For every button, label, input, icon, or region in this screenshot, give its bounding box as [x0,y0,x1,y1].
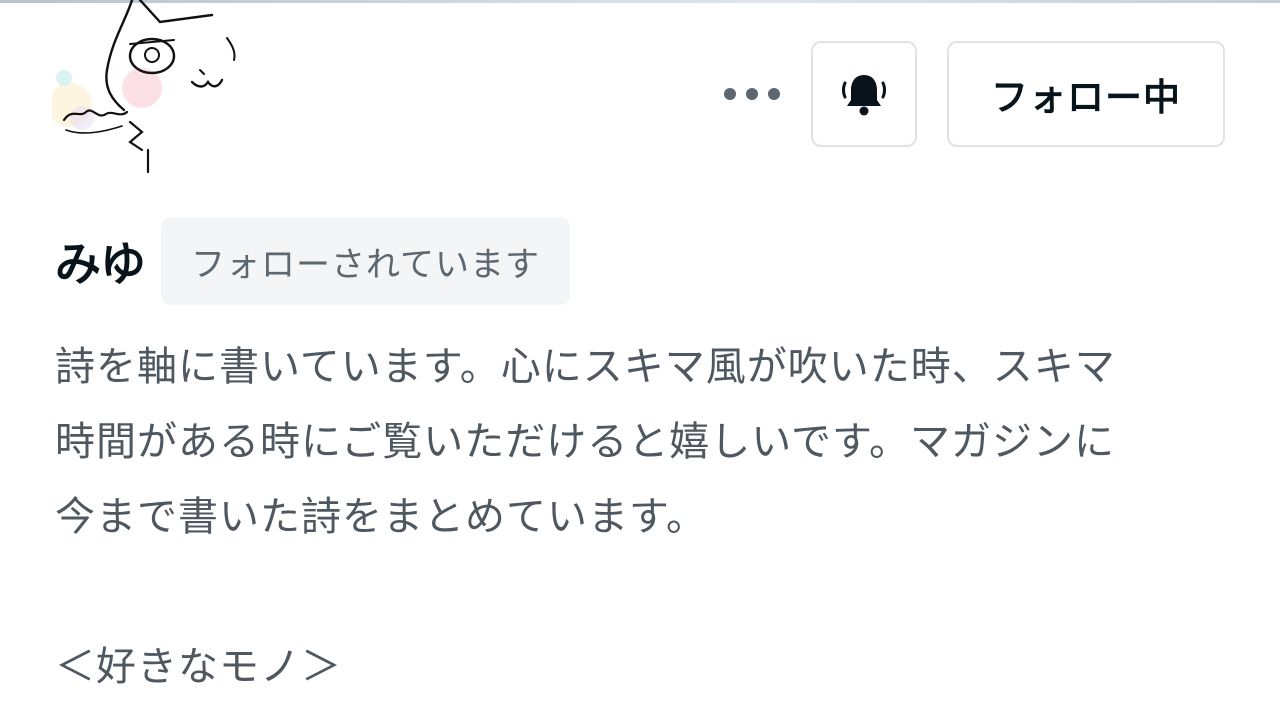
follows-you-badge: フォローされています [161,217,570,305]
bio-line: 時間がある時にご覧いただけると嬉しいです。マガジンに [55,419,1115,465]
cat-drawing-avatar-icon [52,0,236,174]
avatar[interactable] [52,0,252,178]
more-options-button[interactable] [715,64,789,124]
profile-actions: フォロー中 [715,40,1225,148]
profile-bio: 詩を軸に書いています。心にスキマ風が吹いた時、スキマ 時間がある時にご覧いただけ… [55,330,1235,705]
bell-ringing-icon [842,75,886,116]
bio-blank-line [55,555,1235,630]
bio-line: 今まで書いた詩をまとめています。 [55,494,707,540]
more-dots-icon [724,88,780,100]
notification-bell-button[interactable] [811,41,917,147]
user-name[interactable]: みゆ [55,228,146,294]
following-button[interactable]: フォロー中 [947,41,1225,147]
bio-line: 詩を軸に書いています。心にスキマ風が吹いた時、スキマ [55,344,1116,390]
bio-likes-heading: ＜好きなモノ＞ [55,644,342,690]
profile-name-row: みゆ フォローされています [55,216,570,306]
